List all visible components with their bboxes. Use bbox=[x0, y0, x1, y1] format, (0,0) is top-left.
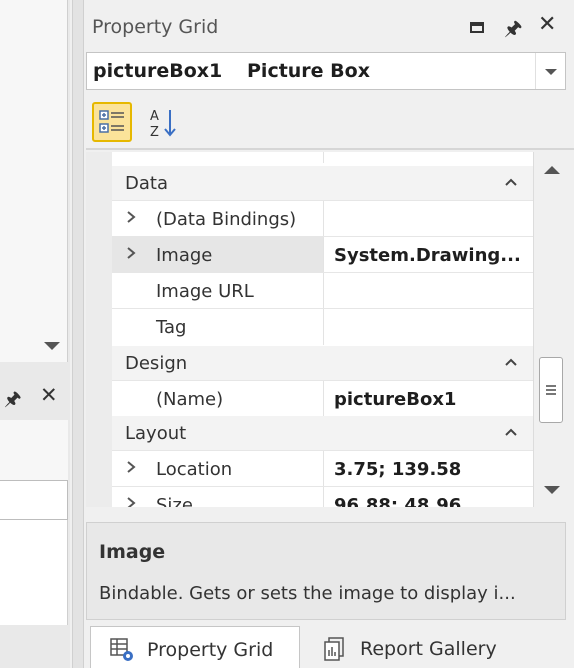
description-title: Image bbox=[99, 541, 166, 563]
scrollbar-thumb[interactable] bbox=[539, 357, 563, 423]
category-row-data[interactable]: Data bbox=[112, 166, 533, 200]
panel-title: Property Grid bbox=[92, 16, 219, 38]
report-gallery-icon bbox=[324, 637, 344, 661]
property-name-cell bbox=[112, 309, 324, 345]
left-panel-content bbox=[0, 520, 68, 625]
property-name: Location bbox=[156, 459, 233, 480]
property-name-cell bbox=[112, 152, 324, 163]
tab-report-gallery[interactable]: Report Gallery bbox=[304, 626, 514, 668]
selected-object-type: Picture Box bbox=[247, 60, 370, 82]
dropdown-button[interactable] bbox=[535, 53, 565, 89]
alphabetical-sort-button[interactable]: A Z bbox=[146, 102, 182, 142]
scroll-up-icon[interactable] bbox=[544, 166, 560, 174]
pin-icon[interactable]: 🖈︎ bbox=[4, 385, 22, 417]
property-row-tag[interactable]: Tag bbox=[112, 308, 533, 345]
categorized-icon bbox=[99, 110, 124, 133]
chevron-down-icon bbox=[545, 69, 557, 75]
property-value[interactable]: 3.75; 139.58 bbox=[334, 459, 461, 480]
property-name-cell bbox=[112, 237, 324, 273]
property-name: Size bbox=[156, 495, 193, 507]
property-row-size[interactable]: Size 96.88; 48.96 bbox=[112, 486, 533, 507]
chevron-right-icon[interactable] bbox=[125, 460, 137, 474]
panel-title-bar: Property Grid 🖈︎ ✕ bbox=[86, 8, 574, 48]
sort-alpha-icon: A Z bbox=[150, 109, 176, 140]
chevron-right-icon[interactable] bbox=[125, 246, 137, 260]
svg-text:A: A bbox=[150, 109, 159, 124]
property-grid-toolbar: A Z bbox=[86, 92, 574, 150]
property-grid-panel: Property Grid 🖈︎ ✕ pictureBox1 Picture B… bbox=[86, 0, 574, 668]
chevron-up-icon[interactable] bbox=[505, 176, 517, 188]
property-row[interactable] bbox=[112, 152, 533, 163]
left-dock-area: 🖈︎ ✕ bbox=[0, 0, 70, 668]
maximize-button[interactable] bbox=[468, 18, 488, 38]
description-pane: Image Bindable. Gets or sets the image t… bbox=[86, 522, 566, 620]
dock-splitter[interactable] bbox=[72, 0, 84, 668]
chevron-up-icon[interactable] bbox=[505, 426, 517, 438]
property-name: Tag bbox=[156, 317, 187, 338]
tab-label: Report Gallery bbox=[360, 638, 497, 660]
chevron-up-icon[interactable] bbox=[505, 356, 517, 368]
property-value[interactable]: 96.88; 48.96 bbox=[334, 495, 461, 507]
description-splitter[interactable] bbox=[314, 512, 342, 527]
property-name: (Data Bindings) bbox=[156, 209, 297, 230]
property-grid: Data (Data Bindings) Image System.Drawin… bbox=[86, 152, 534, 507]
object-selector-dropdown[interactable]: pictureBox1 Picture Box bbox=[86, 52, 566, 90]
property-value[interactable]: System.Drawing... bbox=[334, 245, 521, 266]
maximize-icon bbox=[470, 22, 484, 33]
selected-object-name: pictureBox1 bbox=[93, 60, 223, 82]
vertical-scrollbar[interactable] bbox=[536, 152, 566, 507]
chevron-right-icon[interactable] bbox=[125, 210, 137, 224]
property-name-cell bbox=[112, 487, 324, 507]
category-row-design[interactable]: Design bbox=[112, 346, 533, 380]
tab-property-grid[interactable]: Property Grid bbox=[90, 626, 300, 668]
left-panel-field[interactable] bbox=[0, 480, 68, 520]
property-value[interactable]: pictureBox1 bbox=[334, 389, 456, 410]
grid-gutter bbox=[86, 152, 112, 507]
left-panel-top bbox=[0, 0, 68, 362]
property-grid-icon bbox=[110, 638, 133, 661]
panel-tabs: Property Grid Report Gallery bbox=[86, 626, 574, 668]
category-label: Design bbox=[125, 353, 188, 374]
property-name: (Name) bbox=[156, 389, 224, 410]
categorized-view-button[interactable] bbox=[92, 102, 132, 142]
category-label: Data bbox=[125, 173, 168, 194]
chevron-right-icon[interactable] bbox=[125, 496, 137, 507]
left-panel-section bbox=[0, 420, 68, 480]
scroll-down-icon[interactable] bbox=[544, 486, 560, 494]
tab-label: Property Grid bbox=[147, 639, 274, 661]
close-icon[interactable]: ✕ bbox=[538, 12, 556, 37]
property-name: Image bbox=[156, 245, 213, 266]
property-row-location[interactable]: Location 3.75; 139.58 bbox=[112, 450, 533, 487]
property-row-image[interactable]: Image System.Drawing... bbox=[112, 236, 533, 273]
property-row-image-url[interactable]: Image URL bbox=[112, 272, 533, 309]
category-label: Layout bbox=[125, 423, 187, 444]
dropdown-arrow-icon[interactable] bbox=[44, 342, 60, 350]
pin-icon[interactable]: 🖈︎ bbox=[504, 14, 523, 48]
property-name: Image URL bbox=[156, 281, 254, 302]
property-row-name[interactable]: (Name) pictureBox1 bbox=[112, 380, 533, 417]
close-icon[interactable]: ✕ bbox=[40, 383, 58, 407]
grip-icon bbox=[546, 385, 556, 387]
svg-text:Z: Z bbox=[150, 125, 159, 140]
category-row-layout[interactable]: Layout bbox=[112, 416, 533, 450]
property-row-data-bindings[interactable]: (Data Bindings) bbox=[112, 200, 533, 237]
description-text: Bindable. Gets or sets the image to disp… bbox=[99, 583, 516, 604]
